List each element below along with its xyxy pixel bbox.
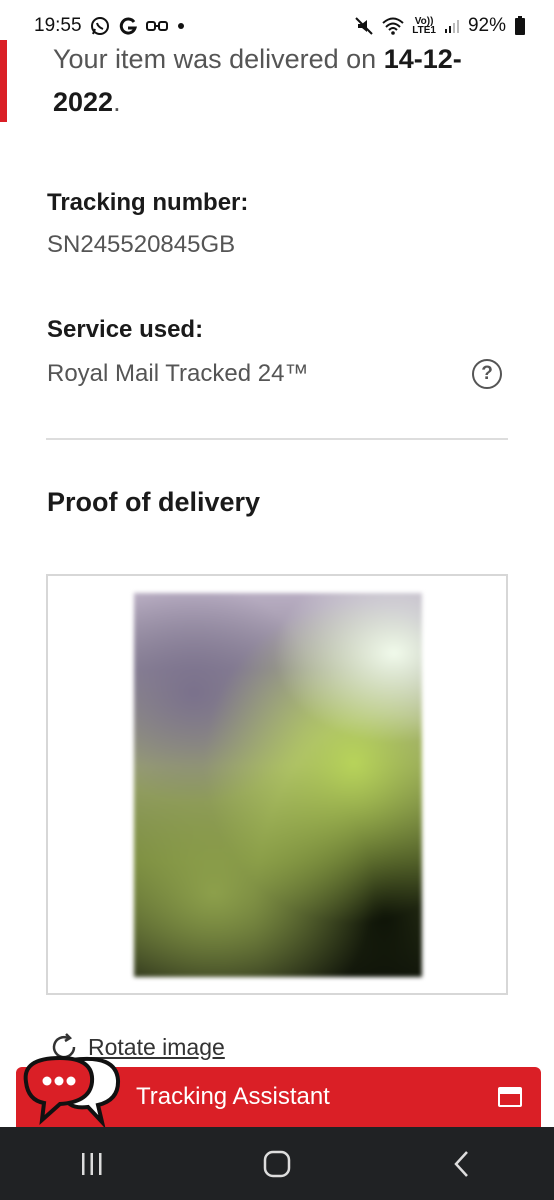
window-icon[interactable] xyxy=(498,1087,522,1107)
google-icon xyxy=(118,16,138,36)
status-time: 19:55 xyxy=(34,15,82,36)
proof-photo[interactable] xyxy=(134,593,422,977)
recents-icon[interactable] xyxy=(62,1139,122,1189)
question-mark-icon[interactable]: ? xyxy=(472,359,502,389)
delivery-suffix: . xyxy=(113,87,121,117)
chat-bubbles-icon[interactable] xyxy=(20,1050,130,1128)
volte-icon: Vo)) LTE1 xyxy=(412,17,436,36)
proof-of-delivery-title: Proof of delivery xyxy=(47,487,261,517)
delivery-text: Your item was delivered on xyxy=(53,44,384,74)
service-used-label: Service used: xyxy=(47,316,204,343)
network-label: LTE1 xyxy=(412,25,436,36)
whatsapp-icon xyxy=(90,16,110,36)
status-right: Vo)) LTE1 92% xyxy=(354,15,526,37)
battery-percent: 92% xyxy=(467,15,506,36)
home-icon[interactable] xyxy=(247,1139,307,1189)
glasses-icon xyxy=(145,19,168,33)
battery-icon xyxy=(514,16,526,36)
wifi-icon xyxy=(382,17,404,35)
signal-icon xyxy=(444,18,460,34)
tracking-number-value: SN245520845GB xyxy=(47,231,236,258)
android-nav-bar xyxy=(0,1127,554,1200)
back-icon[interactable] xyxy=(432,1139,492,1189)
tracking-number-label: Tracking number: xyxy=(47,189,249,216)
dot-icon xyxy=(176,21,186,31)
delivery-message: Your item was delivered on 14-12-2022. xyxy=(53,38,513,124)
status-left: 19:55 xyxy=(34,15,186,37)
proof-photo-frame xyxy=(46,574,508,995)
mute-icon xyxy=(354,16,374,36)
divider xyxy=(46,438,508,440)
accent-strip xyxy=(0,40,7,122)
tracking-assistant-label: Tracking Assistant xyxy=(136,1083,330,1110)
service-used-value: Royal Mail Tracked 24™ xyxy=(47,360,309,387)
